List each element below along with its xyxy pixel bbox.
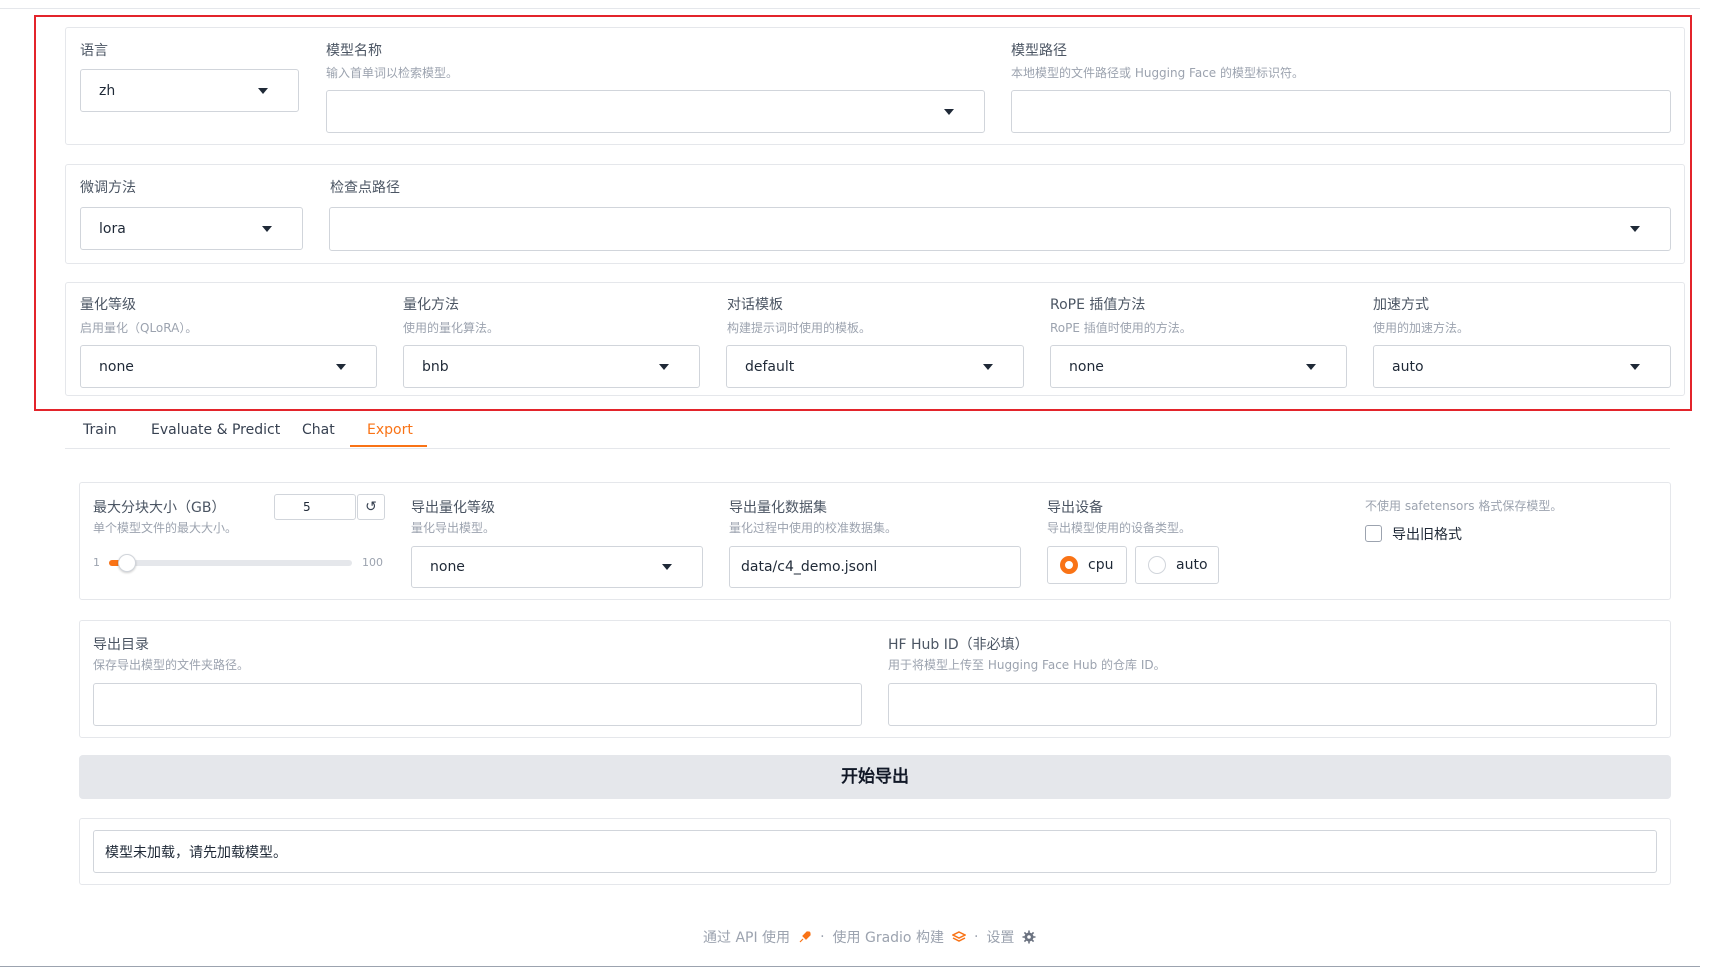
checkpoint-path-label: 检查点路径 <box>330 180 400 196</box>
quantization-method-dropdown[interactable]: bnb <box>403 345 700 388</box>
checkpoint-path-dropdown[interactable] <box>329 207 1671 251</box>
finetuning-type-dropdown[interactable]: lora <box>80 207 303 250</box>
export-device-option-cpu[interactable]: cpu <box>1047 546 1127 584</box>
export-quantization-bit-value: none <box>430 559 465 575</box>
tab-export[interactable]: Export <box>367 422 413 438</box>
max-shard-size-info: 单个模型文件的最大大小。 <box>93 521 238 535</box>
slider-min-label: 1 <box>93 556 100 569</box>
quantization-method-label: 量化方法 <box>403 297 459 313</box>
tab-train[interactable]: Train <box>83 422 117 438</box>
model-name-label: 模型名称 <box>326 43 382 59</box>
chevron-down-icon <box>983 363 993 370</box>
footer: 通过 API 使用 · 使用 Gradio 构建 · 设置 <box>703 927 1036 947</box>
slider-max-label: 100 <box>362 556 383 569</box>
max-shard-size-label: 最大分块大小（GB） <box>93 500 226 516</box>
active-tab-indicator <box>350 445 427 447</box>
export-quantization-dataset-input[interactable]: data/c4_demo.jsonl <box>729 546 1021 588</box>
use-via-api-link[interactable]: 通过 API 使用 <box>703 927 790 947</box>
model-path-label: 模型路径 <box>1011 43 1067 59</box>
chevron-down-icon <box>662 564 672 570</box>
hf-hub-id-label: HF Hub ID（非必填） <box>888 637 1029 653</box>
finetuning-type-value: lora <box>99 220 126 237</box>
booster-label: 加速方式 <box>1373 297 1429 313</box>
rope-scaling-label: RoPE 插值方法 <box>1050 297 1146 313</box>
template-dropdown[interactable]: default <box>726 345 1024 388</box>
quantization-method-value: bnb <box>422 358 449 375</box>
quantization-method-info: 使用的量化算法。 <box>403 321 500 335</box>
template-label: 对话模板 <box>727 297 783 313</box>
export-device-option-auto[interactable]: auto <box>1135 546 1219 584</box>
tab-evaluate-predict[interactable]: Evaluate & Predict <box>151 422 280 438</box>
start-export-button[interactable]: 开始导出 <box>79 755 1671 799</box>
export-quantization-dataset-label: 导出量化数据集 <box>729 500 827 516</box>
model-path-info: 本地模型的文件路径或 Hugging Face 的模型标识符。 <box>1011 66 1304 80</box>
max-shard-size-slider-thumb[interactable] <box>118 554 136 572</box>
template-info: 构建提示词时使用的模板。 <box>727 321 872 335</box>
model-path-input[interactable] <box>1011 90 1671 133</box>
template-value: default <box>745 358 795 375</box>
rope-scaling-info: RoPE 插值时使用的方法。 <box>1050 321 1192 335</box>
export-quantization-dataset-value: data/c4_demo.jsonl <box>741 559 878 575</box>
export-quantization-bit-dropdown[interactable]: none <box>411 546 703 588</box>
quantization-bit-dropdown[interactable]: none <box>80 345 377 388</box>
model-name-info: 输入首单词以检索模型。 <box>326 66 459 80</box>
top-divider <box>0 8 1700 9</box>
radio-unselected-icon <box>1148 556 1166 574</box>
settings-link[interactable]: 设置 <box>986 927 1014 947</box>
chevron-down-icon <box>1630 226 1640 232</box>
booster-info: 使用的加速方法。 <box>1373 321 1470 335</box>
chevron-down-icon <box>1630 363 1640 370</box>
rope-scaling-value: none <box>1069 358 1104 375</box>
chevron-down-icon <box>944 108 954 115</box>
chevron-down-icon <box>1306 363 1316 370</box>
max-shard-size-number[interactable]: 5 <box>274 494 356 520</box>
export-device-label: 导出设备 <box>1047 500 1103 516</box>
export-dir-input[interactable] <box>93 683 862 726</box>
language-label: 语言 <box>80 43 108 59</box>
booster-value: auto <box>1392 358 1424 375</box>
max-shard-size-value: 5 <box>303 500 311 514</box>
quantization-bit-label: 量化等级 <box>80 297 136 313</box>
language-dropdown[interactable]: zh <box>80 69 299 112</box>
hf-hub-id-info: 用于将模型上传至 Hugging Face Hub 的仓库 ID。 <box>888 658 1166 672</box>
max-shard-size-slider-track[interactable] <box>109 560 352 566</box>
gear-icon[interactable] <box>1022 930 1036 944</box>
quantization-bit-value: none <box>99 358 134 375</box>
rocket-icon <box>799 931 811 943</box>
reset-icon[interactable]: ↺ <box>357 494 385 520</box>
booster-dropdown[interactable]: auto <box>1373 345 1671 388</box>
export-device-cpu-label: cpu <box>1088 557 1114 573</box>
info-box-text: 模型未加载，请先加载模型。 <box>105 844 287 861</box>
export-device-auto-label: auto <box>1176 557 1208 573</box>
radio-selected-icon <box>1060 556 1078 574</box>
hf-hub-id-input[interactable] <box>888 683 1657 726</box>
tab-divider <box>65 448 1670 449</box>
chevron-down-icon <box>336 363 346 370</box>
footer-separator-1: · <box>820 929 825 945</box>
chevron-down-icon <box>258 87 268 94</box>
tab-chat[interactable]: Chat <box>302 422 335 438</box>
model-name-dropdown[interactable] <box>326 90 985 133</box>
export-quantization-dataset-info: 量化过程中使用的校准数据集。 <box>729 521 898 535</box>
export-quantization-bit-label: 导出量化等级 <box>411 500 495 516</box>
info-box: 模型未加载，请先加载模型。 <box>93 830 1657 873</box>
chevron-down-icon <box>262 225 272 232</box>
export-legacy-format-info: 不使用 safetensors 格式保存模型。 <box>1365 499 1563 513</box>
built-with-gradio-link[interactable]: 使用 Gradio 构建 <box>833 927 944 947</box>
rope-scaling-dropdown[interactable]: none <box>1050 345 1347 388</box>
export-device-info: 导出模型使用的设备类型。 <box>1047 521 1192 535</box>
export-quantization-bit-info: 量化导出模型。 <box>411 521 496 535</box>
finetuning-type-label: 微调方法 <box>80 180 136 196</box>
language-value: zh <box>99 82 116 99</box>
quantization-bit-info: 启用量化（QLoRA）。 <box>80 321 198 335</box>
chevron-down-icon <box>659 363 669 370</box>
footer-separator-2: · <box>973 929 979 945</box>
export-dir-label: 导出目录 <box>93 637 149 653</box>
export-dir-info: 保存导出模型的文件夹路径。 <box>93 658 250 672</box>
export-legacy-format-label: 导出旧格式 <box>1392 527 1462 543</box>
export-legacy-format-checkbox[interactable] <box>1365 525 1382 542</box>
gradio-logo-icon <box>951 931 966 942</box>
